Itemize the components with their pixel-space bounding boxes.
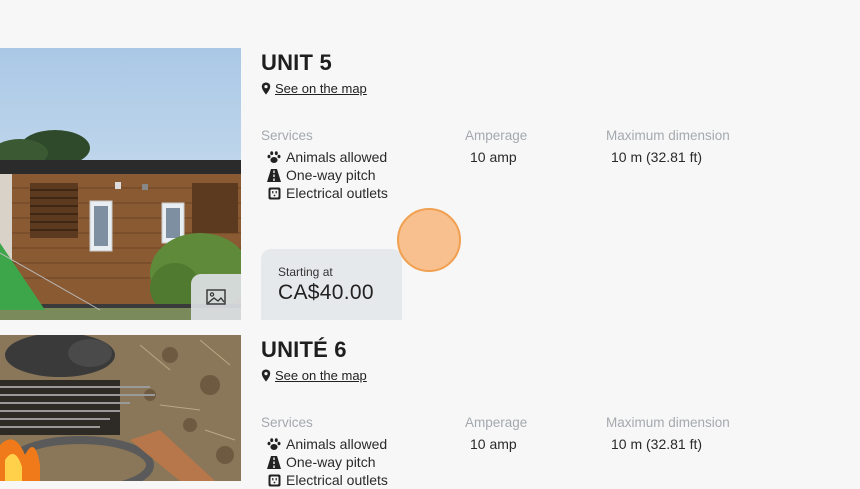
outlet-icon <box>266 473 282 487</box>
service-label: Electrical outlets <box>286 185 388 201</box>
price-box: Starting at CA$40.00 <box>261 249 402 320</box>
service-outlets: Electrical outlets <box>266 471 388 489</box>
services-column: Services Animals allowed One-way pitch E… <box>261 128 388 202</box>
outlet-icon <box>266 186 282 200</box>
service-label: Animals allowed <box>286 436 388 452</box>
service-one-way: One-way pitch <box>266 453 388 471</box>
map-pin-icon <box>261 369 271 382</box>
paw-icon <box>266 437 282 451</box>
dimension-header: Maximum dimension <box>606 415 730 430</box>
amperage-column: Amperage 10 amp <box>465 415 527 453</box>
map-link-label[interactable]: See on the map <box>275 368 367 383</box>
price-label: Starting at <box>278 265 333 279</box>
road-icon <box>266 455 282 469</box>
unit-card-5: UNIT 5 See on the map Services Animals a… <box>0 48 860 320</box>
service-outlets: Electrical outlets <box>266 184 388 202</box>
dimension-header: Maximum dimension <box>606 128 730 143</box>
service-one-way: One-way pitch <box>266 166 388 184</box>
price-value: CA$40.00 <box>278 281 374 304</box>
gallery-button[interactable] <box>191 274 241 320</box>
unit-6-photo[interactable] <box>0 335 241 481</box>
unit-title: UNITÉ 6 <box>261 337 347 362</box>
services-header: Services <box>261 128 313 143</box>
service-label: One-way pitch <box>286 167 376 183</box>
map-link-label[interactable]: See on the map <box>275 81 367 96</box>
dimension-column: Maximum dimension 10 m (32.81 ft) <box>606 128 730 166</box>
service-label: One-way pitch <box>286 454 376 470</box>
paw-icon <box>266 150 282 164</box>
amperage-header: Amperage <box>465 415 528 430</box>
amperage-header: Amperage <box>465 128 528 143</box>
service-animals: Animals allowed <box>266 435 388 453</box>
unit-5-info: UNIT 5 See on the map Services Animals a… <box>261 48 730 320</box>
see-on-map-link[interactable]: See on the map <box>261 368 367 383</box>
services-header: Services <box>261 415 313 430</box>
amperage-column: Amperage 10 amp <box>465 128 527 166</box>
unit-6-info: UNITÉ 6 See on the map Services Animals … <box>261 335 730 488</box>
amperage-value: 10 amp <box>470 436 517 452</box>
dimension-value: 10 m (32.81 ft) <box>611 436 703 452</box>
service-label: Electrical outlets <box>286 472 388 488</box>
dimension-value: 10 m (32.81 ft) <box>611 149 703 165</box>
service-animals: Animals allowed <box>266 148 388 166</box>
services-column: Services Animals allowed One-way pitch E… <box>261 415 388 489</box>
see-on-map-link[interactable]: See on the map <box>261 81 367 96</box>
unit-title: UNIT 5 <box>261 50 332 75</box>
map-pin-icon <box>261 82 271 95</box>
amperage-value: 10 amp <box>470 149 517 165</box>
image-icon <box>206 289 226 305</box>
unit-card-6: UNITÉ 6 See on the map Services Animals … <box>0 335 860 488</box>
unit-5-photo[interactable] <box>0 48 241 320</box>
cursor-click-indicator <box>397 208 461 272</box>
service-label: Animals allowed <box>286 149 388 165</box>
dimension-column: Maximum dimension 10 m (32.81 ft) <box>606 415 730 453</box>
road-icon <box>266 168 282 182</box>
firepit-photo <box>0 335 241 481</box>
